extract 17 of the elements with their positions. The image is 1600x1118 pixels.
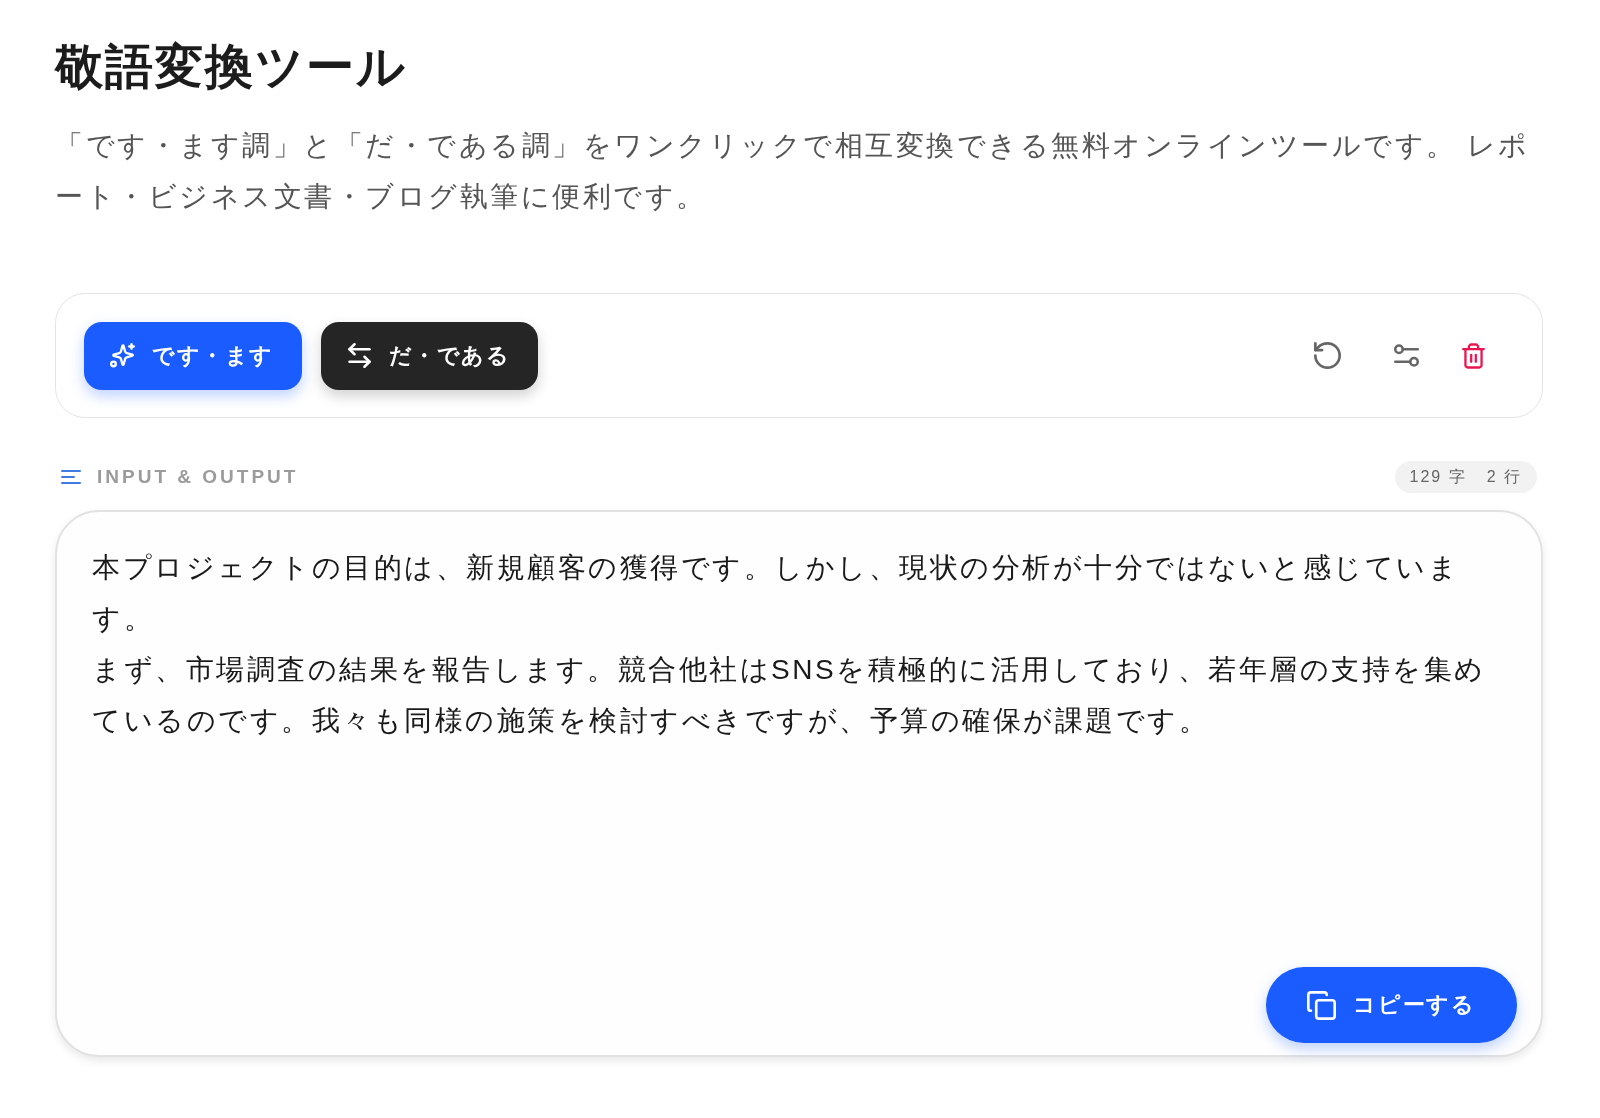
text-paragraph: まず、市場調査の結果を報告します。競合他社はSNSを積極的に活用しており、若年層の支持を集めているのです。我々も同様の施策を検討すべきですが、予算の確保が課題です。 — [92, 653, 1487, 738]
page-title: 敬語変換ツール — [55, 39, 408, 95]
counterclockwise-arrow-icon — [1313, 342, 1341, 369]
description-text: 「です・ます調」と「だ・である調」をワンクリックで相互変換できる無料オンラインツールです。 レポート・ビジネス文書・ブログ執筆に便利です。 — [55, 129, 1530, 214]
count-text: 129 字 — [1409, 466, 1467, 487]
text-paragraph: 本プロジェクトの目的は、新規顧客の獲得です。しかし、現状の分析が十分ではないと感じています。 — [92, 551, 1460, 636]
copy-button[interactable]: コピーする — [1266, 967, 1517, 1043]
text-lines-icon — [61, 469, 81, 485]
section-label: INPUT & OUTPUT — [97, 466, 299, 488]
trash-icon — [1461, 342, 1485, 369]
convert-button[interactable]: です・ます — [84, 321, 302, 390]
sparkle-icon — [110, 343, 135, 368]
swap-arrows-icon — [346, 343, 372, 368]
copy-icon — [1307, 990, 1336, 1020]
count-text: 2 行 — [1486, 466, 1522, 487]
convert-button[interactable]: だ・である — [320, 321, 538, 390]
sliders-icon — [1393, 344, 1419, 367]
